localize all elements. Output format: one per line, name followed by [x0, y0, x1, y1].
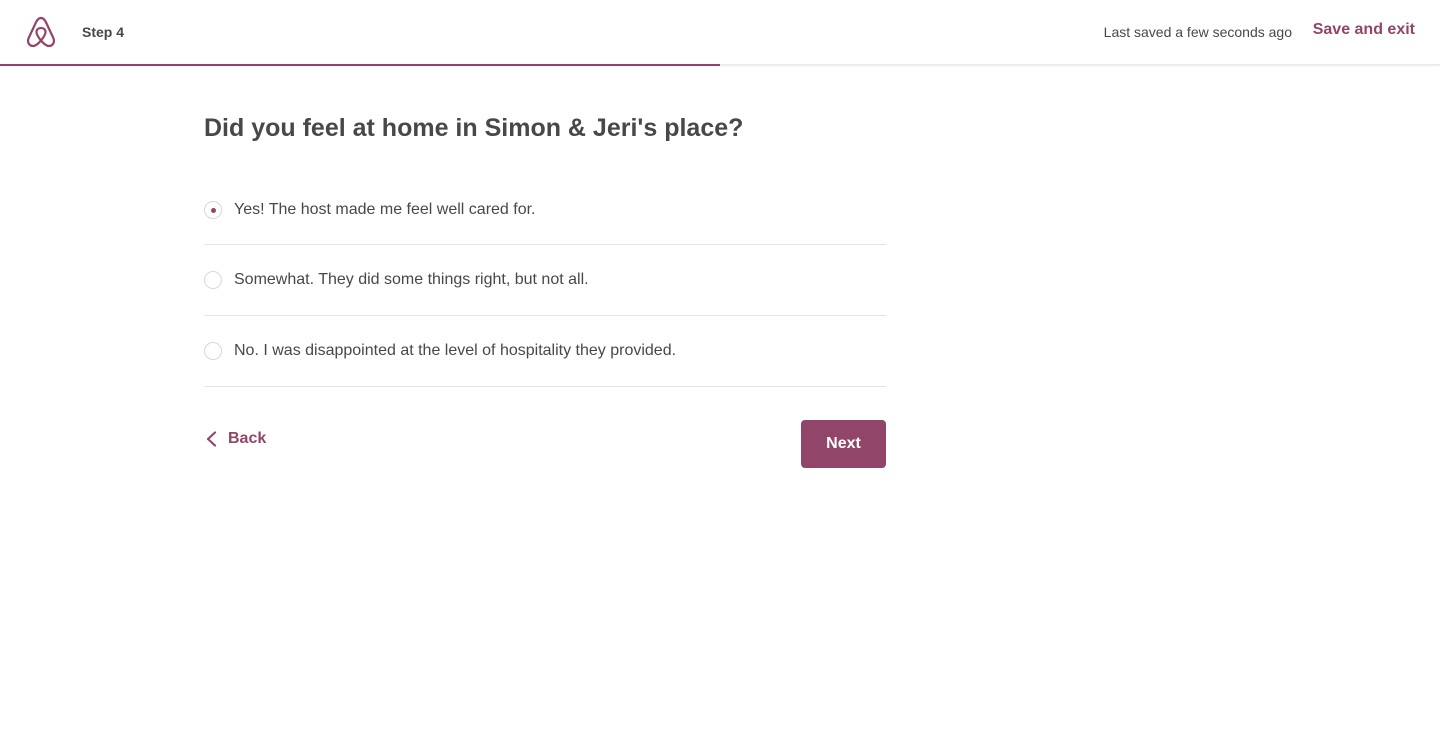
back-button[interactable]: Back	[204, 430, 266, 448]
radio-button[interactable]	[204, 271, 222, 289]
save-and-exit-button[interactable]: Save and exit	[1313, 21, 1415, 39]
next-button[interactable]: Next	[801, 420, 886, 468]
last-saved-status: Last saved a few seconds ago	[1103, 24, 1292, 40]
navigation-row: Back Next	[204, 420, 886, 468]
top-header: Step 4 Last saved a few seconds ago Save…	[0, 0, 1440, 66]
answer-option-label: No. I was disappointed at the level of h…	[234, 342, 677, 359]
airbnb-logo-icon[interactable]	[24, 15, 58, 49]
answer-option-somewhat[interactable]: Somewhat. They did some things right, bu…	[204, 245, 886, 316]
answer-option-no[interactable]: No. I was disappointed at the level of h…	[204, 316, 886, 387]
answer-option-label: Yes! The host made me feel well cared fo…	[234, 201, 536, 218]
question-title: Did you feel at home in Simon & Jeri's p…	[204, 114, 744, 142]
progress-bar-fill	[0, 64, 720, 66]
answer-option-label: Somewhat. They did some things right, bu…	[234, 271, 589, 288]
step-label: Step 4	[82, 24, 125, 40]
radio-button[interactable]	[204, 342, 222, 360]
answer-option-yes[interactable]: Yes! The host made me feel well cared fo…	[204, 186, 886, 245]
question-panel: Did you feel at home in Simon & Jeri's p…	[204, 110, 886, 468]
progress-bar	[0, 64, 1440, 66]
back-button-label: Back	[228, 430, 267, 447]
chevron-left-icon	[206, 431, 217, 447]
answer-options: Yes! The host made me feel well cared fo…	[204, 186, 886, 387]
radio-button[interactable]	[204, 201, 222, 219]
